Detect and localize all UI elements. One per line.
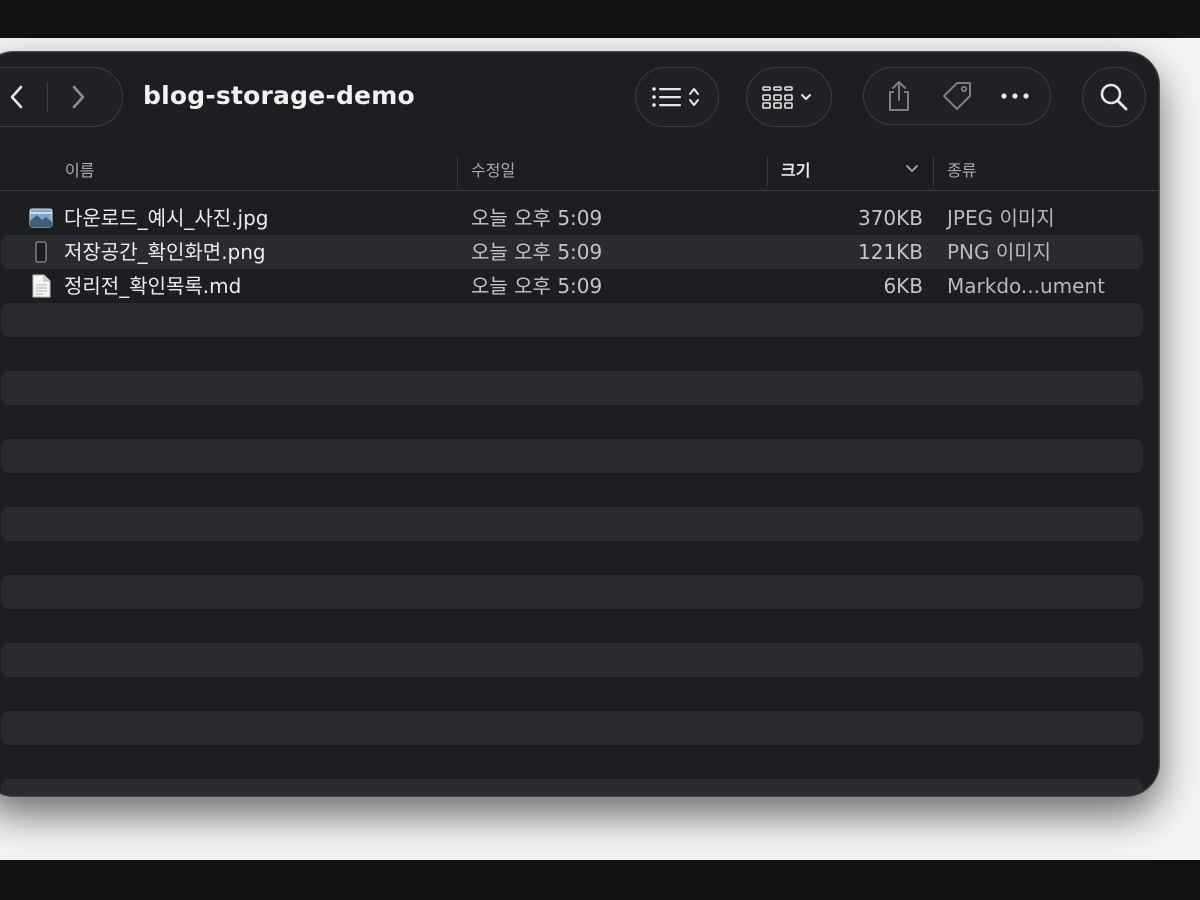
empty-row-stripe [1, 507, 1143, 541]
empty-row-stripe [1, 643, 1143, 677]
empty-row-stripe [1, 303, 1143, 337]
toolbar: blog-storage-demo [0, 52, 1159, 142]
column-header: 이름 수정일 크기 종류 [0, 148, 1159, 191]
forward-button[interactable] [48, 68, 108, 126]
back-button[interactable] [0, 68, 47, 126]
list-view-icon [652, 87, 699, 107]
ellipsis-icon [1001, 93, 1029, 99]
share-icon [889, 81, 909, 111]
file-date: 오늘 오후 5:09 [471, 206, 603, 230]
column-name-header[interactable]: 이름 [65, 156, 94, 186]
group-by-button[interactable] [746, 67, 832, 127]
file-size: 370KB [857, 206, 923, 230]
png-file-icon [35, 241, 47, 263]
table-row[interactable]: 정리전_확인목록.md 오늘 오후 5:09 6KB Markdo...umen… [1, 269, 1143, 303]
chevron-down-icon [801, 94, 811, 100]
empty-row-stripe [1, 439, 1143, 473]
share-button[interactable] [874, 71, 924, 121]
file-kind: JPEG 이미지 [947, 206, 1055, 230]
window-title: blog-storage-demo [143, 81, 415, 110]
icon-grid-icon [762, 86, 811, 109]
table-row[interactable]: 저장공간_확인화면.png 오늘 오후 5:09 121KB PNG 이미지 [1, 235, 1143, 269]
view-mode-button[interactable] [635, 67, 719, 127]
action-group [863, 67, 1051, 125]
table-row[interactable]: 다운로드_예시_사진.jpg 오늘 오후 5:09 370KB JPEG 이미지 [1, 201, 1143, 235]
column-divider[interactable] [457, 156, 458, 186]
navigation-group [0, 67, 123, 127]
column-kind-header[interactable]: 종류 [947, 156, 976, 186]
desktop-backdrop: blog-storage-demo 이름 수정일 크기 종류 다운로드_예시_사… [0, 38, 1200, 860]
empty-row-stripe [1, 779, 1143, 796]
column-date-header[interactable]: 수정일 [471, 156, 515, 186]
file-name: 정리전_확인목록.md [64, 274, 242, 298]
column-size-header[interactable]: 크기 [781, 156, 810, 186]
file-size: 121KB [857, 240, 923, 264]
column-divider[interactable] [933, 156, 934, 186]
file-size: 6KB [883, 274, 923, 298]
file-date: 오늘 오후 5:09 [471, 274, 603, 298]
file-kind: PNG 이미지 [947, 240, 1052, 264]
finder-window: blog-storage-demo 이름 수정일 크기 종류 다운로드_예시_사… [0, 51, 1160, 797]
search-button[interactable] [1082, 67, 1146, 127]
image-file-icon [29, 208, 53, 228]
tag-icon [943, 82, 971, 110]
file-name: 저장공간_확인화면.png [64, 240, 266, 264]
empty-row-stripe [1, 371, 1143, 405]
search-icon [1100, 83, 1128, 111]
file-date: 오늘 오후 5:09 [471, 240, 603, 264]
empty-row-stripe [1, 575, 1143, 609]
document-file-icon [32, 274, 51, 298]
chevron-right-icon [72, 85, 84, 109]
more-button[interactable] [990, 71, 1040, 121]
tag-button[interactable] [932, 71, 982, 121]
file-name: 다운로드_예시_사진.jpg [64, 206, 269, 230]
file-kind: Markdo...ument [947, 274, 1105, 298]
empty-row-stripe [1, 711, 1143, 745]
chevron-left-icon [10, 85, 22, 109]
sort-descending-icon[interactable] [905, 164, 919, 174]
column-divider[interactable] [767, 156, 768, 186]
